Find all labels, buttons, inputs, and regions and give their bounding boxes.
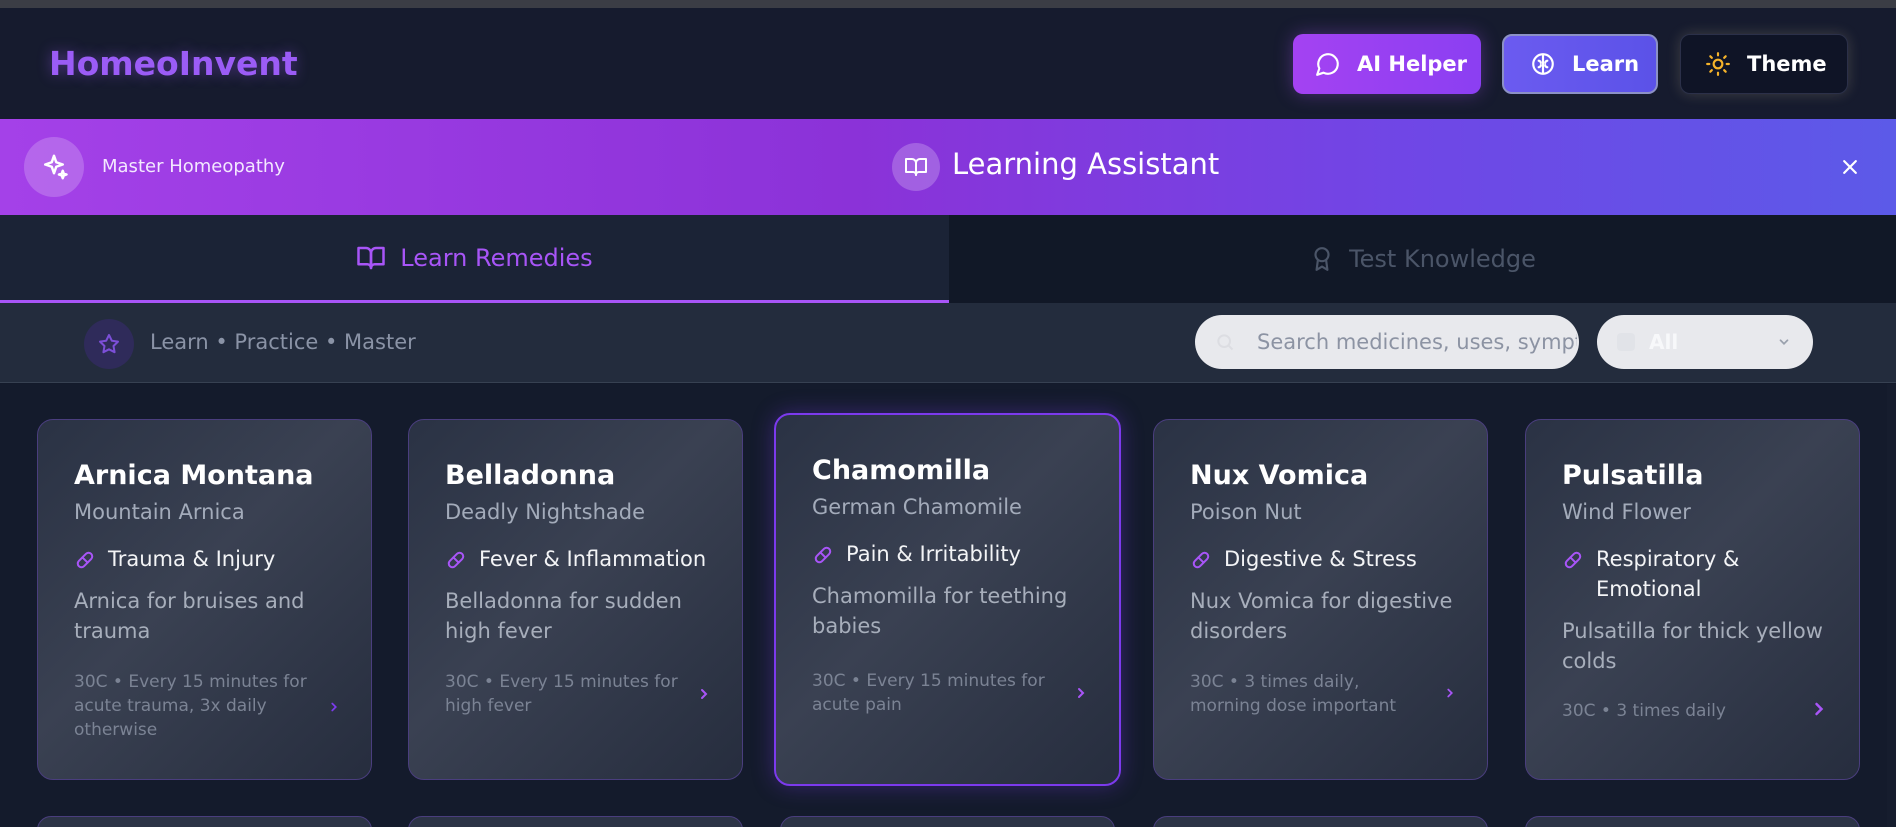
chat-bubble-icon xyxy=(1316,53,1339,76)
remedy-card-belladonna[interactable]: Belladonna Deadly Nightshade Fever & Inf… xyxy=(408,419,743,780)
remedy-card-chamomilla[interactable]: Chamomilla German Chamomile Pain & Irrit… xyxy=(774,413,1121,786)
filter-value: All xyxy=(1649,330,1679,354)
tab-label: Learn Remedies xyxy=(400,243,593,272)
remedy-category: Trauma & Injury xyxy=(74,544,354,574)
category-label: Pain & Irritability xyxy=(846,542,1021,566)
remedy-category: Respiratory & Emotional xyxy=(1562,544,1802,604)
remedy-name: Belladonna xyxy=(445,460,616,491)
pill-icon xyxy=(814,546,832,564)
tab-learn-remedies[interactable]: Learn Remedies xyxy=(0,215,949,303)
search-input[interactable] xyxy=(1257,330,1577,354)
remedy-common-name: Deadly Nightshade xyxy=(445,500,646,524)
chevron-down-icon xyxy=(1779,339,1789,345)
tab-label: Test Knowledge xyxy=(1349,245,1536,273)
remedy-category: Pain & Irritability xyxy=(812,539,1092,569)
chevron-right-icon[interactable] xyxy=(1809,699,1829,719)
chevron-right-icon[interactable] xyxy=(327,700,341,714)
remedy-card-arnica[interactable]: Arnica Montana Mountain Arnica Trauma & … xyxy=(37,419,372,780)
remedy-card-nux-vomica[interactable]: Nux Vomica Poison Nut Digestive & Stress… xyxy=(1153,419,1488,780)
remedy-dosage: 30C • 3 times daily xyxy=(1562,701,1726,721)
category-label: Trauma & Injury xyxy=(108,547,276,571)
remedy-category: Digestive & Stress xyxy=(1190,544,1470,574)
remedy-category: Fever & Inflammation xyxy=(445,544,725,574)
chevron-right-icon[interactable] xyxy=(1073,685,1089,701)
remedy-description: Arnica for bruises and trauma xyxy=(74,589,305,643)
remedy-name: Pulsatilla xyxy=(1562,460,1704,491)
remedy-dosage: 30C • Every 15 minutes for acute trauma,… xyxy=(74,672,307,740)
remedy-card-next-row xyxy=(37,816,372,827)
filter-icon xyxy=(1617,333,1635,351)
brand-logo[interactable]: HomeoInvent xyxy=(49,44,298,83)
scrollbar[interactable] xyxy=(1887,384,1896,827)
mode-tabs: Learn Remedies Test Knowledge xyxy=(0,215,1896,303)
book-open-icon xyxy=(892,143,940,191)
remedy-common-name: Wind Flower xyxy=(1562,500,1691,524)
remedy-card-next-row xyxy=(780,816,1115,827)
remedy-card-next-row xyxy=(1525,816,1860,827)
tab-test-knowledge[interactable]: Test Knowledge xyxy=(949,215,1896,303)
remedy-name: Chamomilla xyxy=(812,455,991,486)
category-label: Fever & Inflammation xyxy=(479,547,707,571)
remedy-name: Arnica Montana xyxy=(74,460,314,491)
pill-icon xyxy=(1564,551,1582,569)
learning-assistant-banner: Master Homeopathy Learning Assistant xyxy=(0,119,1896,215)
remedy-name: Nux Vomica xyxy=(1190,460,1369,491)
remedy-card-next-row xyxy=(408,816,743,827)
close-icon[interactable] xyxy=(1836,153,1864,181)
star-icon xyxy=(84,319,134,369)
theme-toggle-button[interactable]: Theme xyxy=(1680,34,1848,94)
remedy-description: Belladonna for sudden high fever xyxy=(445,589,682,643)
remedy-description: Nux Vomica for digestive disorders xyxy=(1190,589,1453,643)
remedy-dosage: 30C • Every 15 minutes for acute pain xyxy=(812,671,1045,715)
ai-helper-button[interactable]: AI Helper xyxy=(1293,34,1481,94)
sparkles-icon xyxy=(24,137,84,197)
learn-button[interactable]: Learn xyxy=(1502,34,1658,94)
chevron-right-icon[interactable] xyxy=(1443,686,1457,700)
pill-icon xyxy=(447,551,465,569)
sun-icon xyxy=(1706,52,1730,76)
category-filter-select[interactable]: All xyxy=(1597,315,1813,369)
banner-title: Learning Assistant xyxy=(952,147,1220,181)
brain-icon xyxy=(1532,53,1554,75)
remedy-description: Pulsatilla for thick yellow colds xyxy=(1562,619,1823,673)
search-box[interactable] xyxy=(1195,315,1579,369)
remedy-common-name: Mountain Arnica xyxy=(74,500,245,524)
toolbar-tagline: Learn • Practice • Master xyxy=(150,330,416,354)
remedy-card-pulsatilla[interactable]: Pulsatilla Wind Flower Respiratory & Emo… xyxy=(1525,419,1860,780)
remedy-card-next-row xyxy=(1153,816,1488,827)
learn-label: Learn xyxy=(1572,52,1640,76)
search-icon xyxy=(1217,334,1234,351)
chevron-right-icon[interactable] xyxy=(696,686,712,702)
remedy-dosage: 30C • Every 15 minutes for high fever xyxy=(445,672,678,716)
pill-icon xyxy=(1192,551,1210,569)
category-label: Digestive & Stress xyxy=(1224,547,1417,571)
filter-toolbar: Learn • Practice • Master All xyxy=(0,303,1896,383)
remedy-common-name: German Chamomile xyxy=(812,495,1022,519)
remedy-card-grid: Arnica Montana Mountain Arnica Trauma & … xyxy=(0,384,1896,827)
window-top-strip xyxy=(0,0,1896,8)
category-label: Respiratory & Emotional xyxy=(1596,547,1740,601)
banner-tagline: Master Homeopathy xyxy=(102,156,285,177)
remedy-common-name: Poison Nut xyxy=(1190,500,1302,524)
theme-label: Theme xyxy=(1747,52,1827,76)
award-icon xyxy=(1314,247,1330,271)
ai-helper-label: AI Helper xyxy=(1357,52,1468,76)
book-open-icon xyxy=(357,246,386,269)
app-header: HomeoInvent AI Helper Learn Theme xyxy=(0,8,1896,119)
remedy-dosage: 30C • 3 times daily, morning dose import… xyxy=(1190,672,1397,716)
remedy-description: Chamomilla for teething babies xyxy=(812,584,1068,638)
pill-icon xyxy=(76,551,94,569)
